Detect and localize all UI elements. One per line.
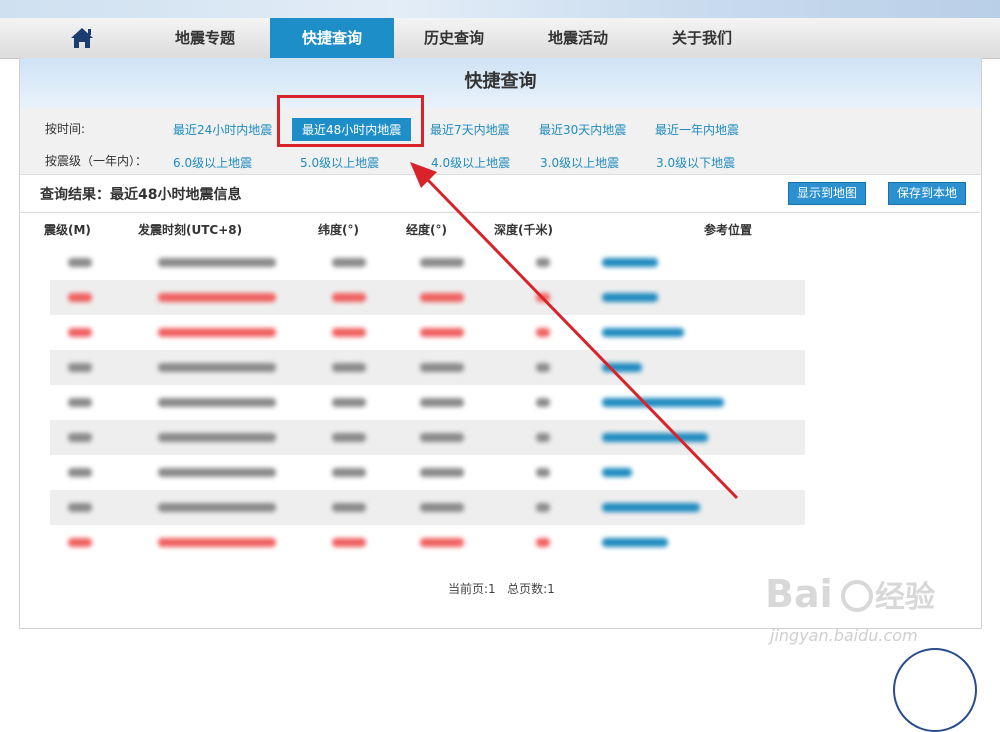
watermark-url: jingyan.baidu.com <box>770 626 918 645</box>
baidu-jingyan-logo: Bai 经验 <box>765 562 945 626</box>
svg-text:经验: 经验 <box>875 580 935 615</box>
svg-text:Bai: Bai <box>765 572 833 616</box>
site-logo-globe <box>893 648 977 732</box>
